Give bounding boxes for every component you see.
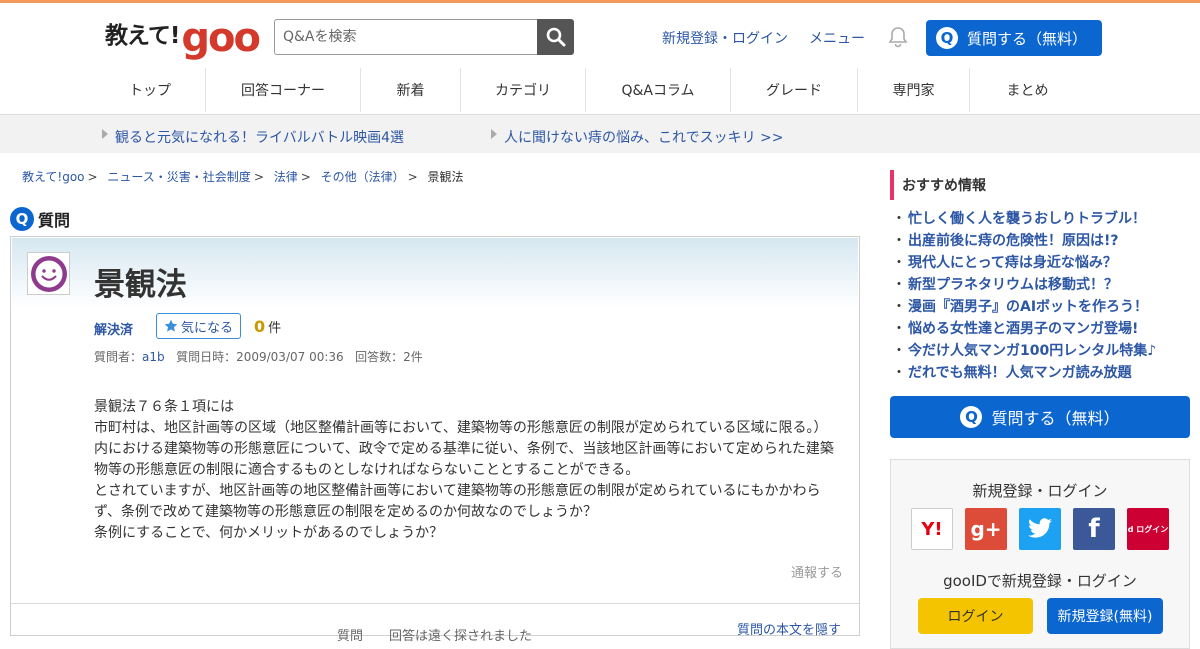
recommendations-title: おすすめ情報 <box>890 170 986 200</box>
breadcrumb-separator: > <box>87 170 98 184</box>
question-q-icon: Q <box>960 406 983 428</box>
favorite-count: 0件 <box>254 317 281 336</box>
nav-item-answer-corner[interactable]: 回答コーナー <box>205 68 360 112</box>
question-body-line: 景観法７６条１項には <box>94 399 234 415</box>
recommendation-item[interactable]: ・漫画『酒男子』のAIボットを作ろう！ <box>892 296 1156 318</box>
breadcrumb-item-law[interactable]: 法律 <box>274 170 298 184</box>
twitter-login-icon[interactable] <box>1019 508 1061 550</box>
question-section-header: Q 質問 <box>10 207 70 231</box>
search-button[interactable] <box>537 19 574 55</box>
nav-item-category[interactable]: カテゴリ <box>460 68 585 112</box>
question-q-icon: Q <box>10 207 34 231</box>
answers-label: 回答数： <box>355 350 404 364</box>
nav-item-top[interactable]: トップ <box>95 68 205 112</box>
promo-bar: 観ると元気になれる！ライバルバトル映画4選 人に聞けない痔の悩み、これでスッキリ… <box>0 115 1200 153</box>
sidebar-ask-question-button[interactable]: Q 質問する（無料） <box>890 396 1190 438</box>
nav-item-new[interactable]: 新着 <box>360 68 460 112</box>
social-login-buttons: Y! g+ f d ログイン <box>911 508 1169 550</box>
top-accent-bar <box>0 0 1200 3</box>
breadcrumb-separator: > <box>253 170 264 184</box>
recommendation-item[interactable]: ・今だけ人気マンガ100円レンタル特集♪ <box>892 340 1156 362</box>
main-nav: トップ 回答コーナー 新着 カテゴリ Q&Aコラム グレード 専門家 まとめ <box>95 68 1085 112</box>
breadcrumb-separator: > <box>407 170 418 184</box>
nav-item-qa-column[interactable]: Q&Aコラム <box>585 68 730 112</box>
register-button[interactable]: 新規登録(無料) <box>1047 598 1163 634</box>
menu-link[interactable]: メニュー <box>809 28 865 48</box>
question-body-line: とされていますが、地区計画等の地区整備計画等において建築物等の形態意匠の制限が定… <box>94 483 821 520</box>
sidebar-ask-label: 質問する（無料） <box>991 409 1120 428</box>
bell-icon[interactable] <box>886 25 910 49</box>
triangle-right-icon <box>102 129 108 139</box>
star-icon <box>164 319 178 332</box>
search-input[interactable] <box>275 20 537 54</box>
facebook-login-icon[interactable]: f <box>1073 508 1115 550</box>
question-q-icon: Q <box>936 27 958 49</box>
recommendation-item[interactable]: ・出産前後に痔の危険性！原因は!? <box>892 230 1156 252</box>
report-link[interactable]: 通報する <box>791 562 843 581</box>
search-icon <box>546 27 565 47</box>
question-body: 景観法７６条１項には 市町村は、地区計画等の区域（地区整備計画等において、建築物… <box>94 397 839 544</box>
breadcrumb-separator: > <box>300 170 311 184</box>
recommendation-item[interactable]: ・悩める女性達と酒男子のマンガ登場! <box>892 318 1156 340</box>
hide-body-link[interactable]: 質問の本文を隠す <box>737 619 841 638</box>
favorite-count-value: 0 <box>254 317 266 336</box>
triangle-right-icon <box>491 129 497 139</box>
breadcrumb-current: 景観法 <box>427 170 464 184</box>
nav-item-grade[interactable]: グレード <box>730 68 857 112</box>
smiley-face-icon <box>30 255 67 292</box>
breadcrumb-item-other-law[interactable]: その他（法律） <box>321 170 405 184</box>
question-date: 2009/03/07 00:36 <box>236 350 344 364</box>
login-button[interactable]: ログイン <box>918 598 1033 634</box>
register-login-link[interactable]: 新規登録・ログイン <box>662 28 788 48</box>
favorite-count-unit: 件 <box>268 321 282 336</box>
question-footer-text: 質問 回答は遠く探されました <box>337 629 533 644</box>
avatar[interactable] <box>27 252 70 295</box>
favorite-label: 気になる <box>180 320 233 336</box>
question-title: 景観法 <box>94 267 187 303</box>
yahoo-login-icon[interactable]: Y! <box>911 508 953 550</box>
question-card: 景観法 解決済 気になる 0件 質問者：a1b 質問日時：2009/03/07 … <box>10 236 860 644</box>
login-panel-title: 新規登録・ログイン <box>972 482 1108 500</box>
recommendation-item[interactable]: ・新型プラネタリウムは移動式！？ <box>892 274 1156 296</box>
search-field[interactable] <box>274 19 538 55</box>
logo-text-jp: 教えて! <box>105 23 180 49</box>
promo-link-movie[interactable]: 観ると元気になれる！ライバルバトル映画4選 <box>115 127 404 147</box>
question-section-label: 質問 <box>38 211 71 230</box>
promo-link-health[interactable]: 人に聞けない痔の悩み、これでスッキリ >> <box>504 127 784 147</box>
gooid-login-text: gooIDで新規登録・ログイン <box>943 572 1137 590</box>
docomo-login-icon[interactable]: d ログイン <box>1127 508 1169 550</box>
recommendations-list: ・忙しく働く人を襲うおしりトラブル！ ・出産前後に痔の危険性！原因は!? ・現代… <box>892 208 1156 384</box>
google-plus-login-icon[interactable]: g+ <box>965 508 1007 550</box>
answer-count: 2件 <box>403 350 423 364</box>
asker-label: 質問者： <box>94 350 143 364</box>
ask-question-button[interactable]: Q 質問する（無料） <box>926 20 1102 56</box>
nav-item-matome[interactable]: まとめ <box>969 68 1085 112</box>
recommendation-item[interactable]: ・忙しく働く人を襲うおしりトラブル！ <box>892 208 1156 230</box>
date-label: 質問日時： <box>176 350 237 364</box>
ask-question-label: 質問する（無料） <box>967 29 1088 48</box>
recommendation-item[interactable]: ・現代人にとって痔は身近な悩み？ <box>892 252 1156 274</box>
asker-link[interactable]: a1b <box>142 350 165 364</box>
site-logo[interactable]: 教えて! goo <box>105 14 261 61</box>
status-badge: 解決済 <box>94 323 134 338</box>
question-card-divider <box>11 603 859 604</box>
question-meta: 質問者：a1b 質問日時：2009/03/07 00:36 回答数：2件 <box>94 348 423 365</box>
favorite-button[interactable]: 気になる <box>156 313 241 339</box>
nav-item-experts[interactable]: 専門家 <box>857 68 969 112</box>
breadcrumb-item-news[interactable]: ニュース・災害・社会制度 <box>107 170 250 184</box>
login-panel: 新規登録・ログイン Y! g+ f d ログイン gooIDで新規登録・ログイン… <box>890 459 1190 649</box>
breadcrumb: 教えて!goo > ニュース・災害・社会制度 > 法律 > その他（法律） > 景観法 <box>22 168 464 185</box>
breadcrumb-item-home[interactable]: 教えて!goo <box>22 170 85 184</box>
question-body-line: 条例にすることで、何かメリットがあるのでしょうか？ <box>94 525 444 541</box>
logo-text-goo: goo <box>181 15 261 61</box>
question-body-line: 市町村は、地区計画等の区域（地区整備計画等において、建築物等の形態意匠の制限が定… <box>94 420 834 478</box>
recommendation-item[interactable]: ・だれでも無料！人気マンガ読み放題 <box>892 362 1156 384</box>
